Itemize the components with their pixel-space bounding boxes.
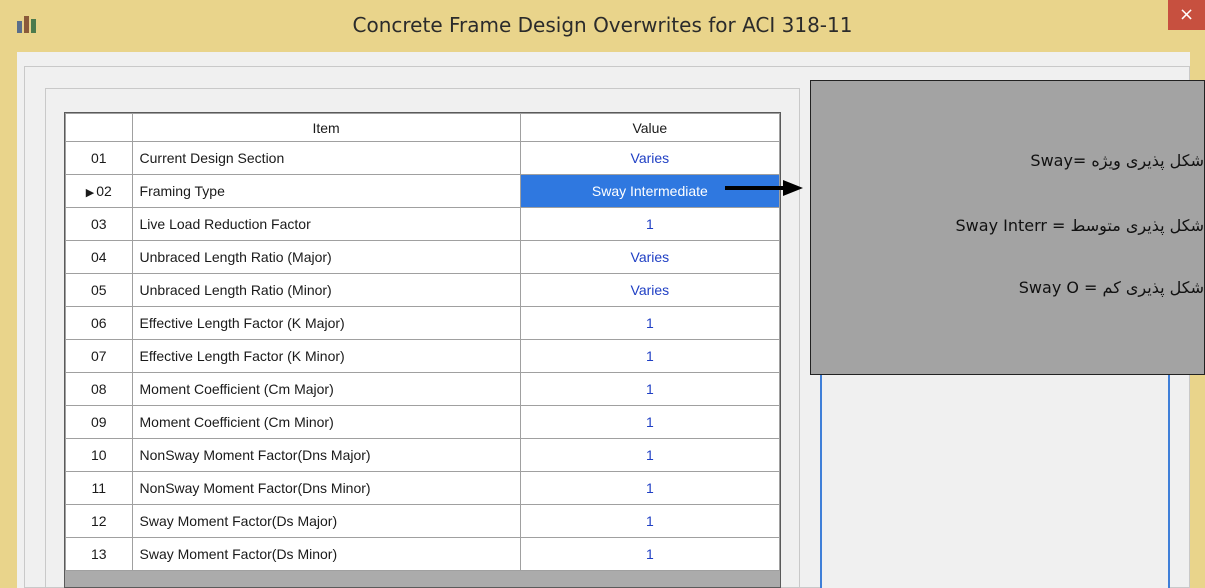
- table-row[interactable]: 06 Effective Length Factor (K Major) 1: [65, 306, 781, 340]
- row-number-label: 11: [91, 480, 107, 496]
- overwrites-grid[interactable]: Item Value 01 Current Design Section Varie…: [64, 112, 781, 588]
- row-selector-icon: ▶: [85, 187, 95, 199]
- row-value-cell[interactable]: 1: [519, 537, 781, 571]
- row-number: 11: [65, 471, 133, 505]
- row-number-label: 04: [90, 249, 107, 265]
- annotation-arrow-icon: [725, 180, 803, 196]
- row-value-cell[interactable]: 1: [519, 405, 781, 439]
- row-item-label: Unbraced Length Ratio (Minor): [131, 273, 521, 307]
- row-number: 05: [65, 273, 133, 307]
- row-number: ▶ 02: [65, 174, 133, 208]
- row-number: 03: [65, 207, 133, 241]
- row-item-label: Sway Moment Factor(Ds Minor): [131, 537, 521, 571]
- row-item-label: Framing Type: [131, 174, 521, 208]
- annotation-callout: Sway= شکل پذیری ویژه Sway Interr = شکل پ…: [810, 80, 1205, 375]
- table-row[interactable]: 12 Sway Moment Factor(Ds Major) 1: [65, 504, 781, 538]
- row-number-label: 05: [90, 282, 107, 298]
- row-number: 09: [65, 405, 133, 439]
- row-item-label: NonSway Moment Factor(Dns Major): [131, 438, 521, 472]
- row-value-cell[interactable]: Varies: [519, 240, 781, 274]
- row-item-label: Sway Moment Factor(Ds Major): [131, 504, 521, 538]
- table-row[interactable]: 10 NonSway Moment Factor(Dns Major) 1: [65, 438, 781, 472]
- row-number-label: 06: [90, 315, 107, 331]
- header-value: Value: [519, 113, 781, 142]
- grid-header-row: Item Value: [65, 113, 781, 142]
- table-row[interactable]: 01 Current Design Section Varies: [65, 141, 781, 175]
- table-row[interactable]: 04 Unbraced Length Ratio (Major) Varies: [65, 240, 781, 274]
- table-row[interactable]: 05 Unbraced Length Ratio (Minor) Varies: [65, 273, 781, 307]
- preview-panel: [820, 360, 1170, 588]
- table-row[interactable]: 08 Moment Coefficient (Cm Major) 1: [65, 372, 781, 406]
- row-number: 13: [65, 537, 133, 571]
- row-number-label: 13: [90, 546, 107, 562]
- row-number-label: 07: [90, 348, 107, 364]
- table-row[interactable]: 07 Effective Length Factor (K Minor) 1: [65, 339, 781, 373]
- table-row[interactable]: 13 Sway Moment Factor(Ds Minor) 1: [65, 537, 781, 571]
- row-number-label: 08: [90, 381, 107, 397]
- row-value-cell[interactable]: 1: [519, 471, 781, 505]
- row-item-label: Live Load Reduction Factor: [131, 207, 521, 241]
- row-item-label: Unbraced Length Ratio (Major): [131, 240, 521, 274]
- window-title: Concrete Frame Design Overwrites for ACI…: [352, 13, 853, 37]
- row-value-cell[interactable]: 1: [519, 372, 781, 406]
- table-row[interactable]: 09 Moment Coefficient (Cm Minor) 1: [65, 405, 781, 439]
- row-number-label: 10: [90, 447, 107, 463]
- row-value-cell[interactable]: 1: [519, 306, 781, 340]
- row-item-label: Current Design Section: [131, 141, 521, 175]
- row-value-cell[interactable]: 1: [519, 339, 781, 373]
- row-value-cell[interactable]: 1: [519, 207, 781, 241]
- row-number: 01: [65, 141, 133, 175]
- annotation-line-3: Sway O = شکل پذیری کم: [1018, 278, 1204, 297]
- header-number: [65, 113, 133, 142]
- row-value-cell[interactable]: 1: [519, 504, 781, 538]
- row-value-cell[interactable]: Varies: [519, 141, 781, 175]
- annotation-line-1: Sway= شکل پذیری ویژه: [1030, 151, 1204, 170]
- row-item-label: NonSway Moment Factor(Dns Minor): [131, 471, 521, 505]
- row-number: 08: [65, 372, 133, 406]
- table-row[interactable]: ▶ 02 Framing Type Sway Intermediate: [65, 174, 781, 208]
- header-item: Item: [131, 113, 521, 142]
- table-row[interactable]: 11 NonSway Moment Factor(Dns Minor) 1: [65, 471, 781, 505]
- window-frame-left: [0, 52, 17, 588]
- row-item-label: Effective Length Factor (K Major): [131, 306, 521, 340]
- row-number: 06: [65, 306, 133, 340]
- row-number-label: 12: [90, 513, 107, 529]
- close-button[interactable]: ×: [1168, 0, 1205, 30]
- row-value-cell[interactable]: Varies: [519, 273, 781, 307]
- row-item-label: Moment Coefficient (Cm Minor): [131, 405, 521, 439]
- row-number-label: 01: [90, 150, 107, 166]
- row-value-cell[interactable]: 1: [519, 438, 781, 472]
- table-row[interactable]: 03 Live Load Reduction Factor 1: [65, 207, 781, 241]
- row-item-label: Effective Length Factor (K Minor): [131, 339, 521, 373]
- row-number-label: 03: [90, 216, 107, 232]
- row-number: 07: [65, 339, 133, 373]
- row-item-label: Moment Coefficient (Cm Major): [131, 372, 521, 406]
- row-number-label: 09: [90, 414, 107, 430]
- title-bar: Concrete Frame Design Overwrites for ACI…: [0, 0, 1205, 52]
- row-number: 12: [65, 504, 133, 538]
- annotation-line-2: Sway Interr = شکل پذیری متوسط: [955, 216, 1204, 235]
- row-number: 10: [65, 438, 133, 472]
- row-number-label: 02: [96, 183, 112, 199]
- row-number: 04: [65, 240, 133, 274]
